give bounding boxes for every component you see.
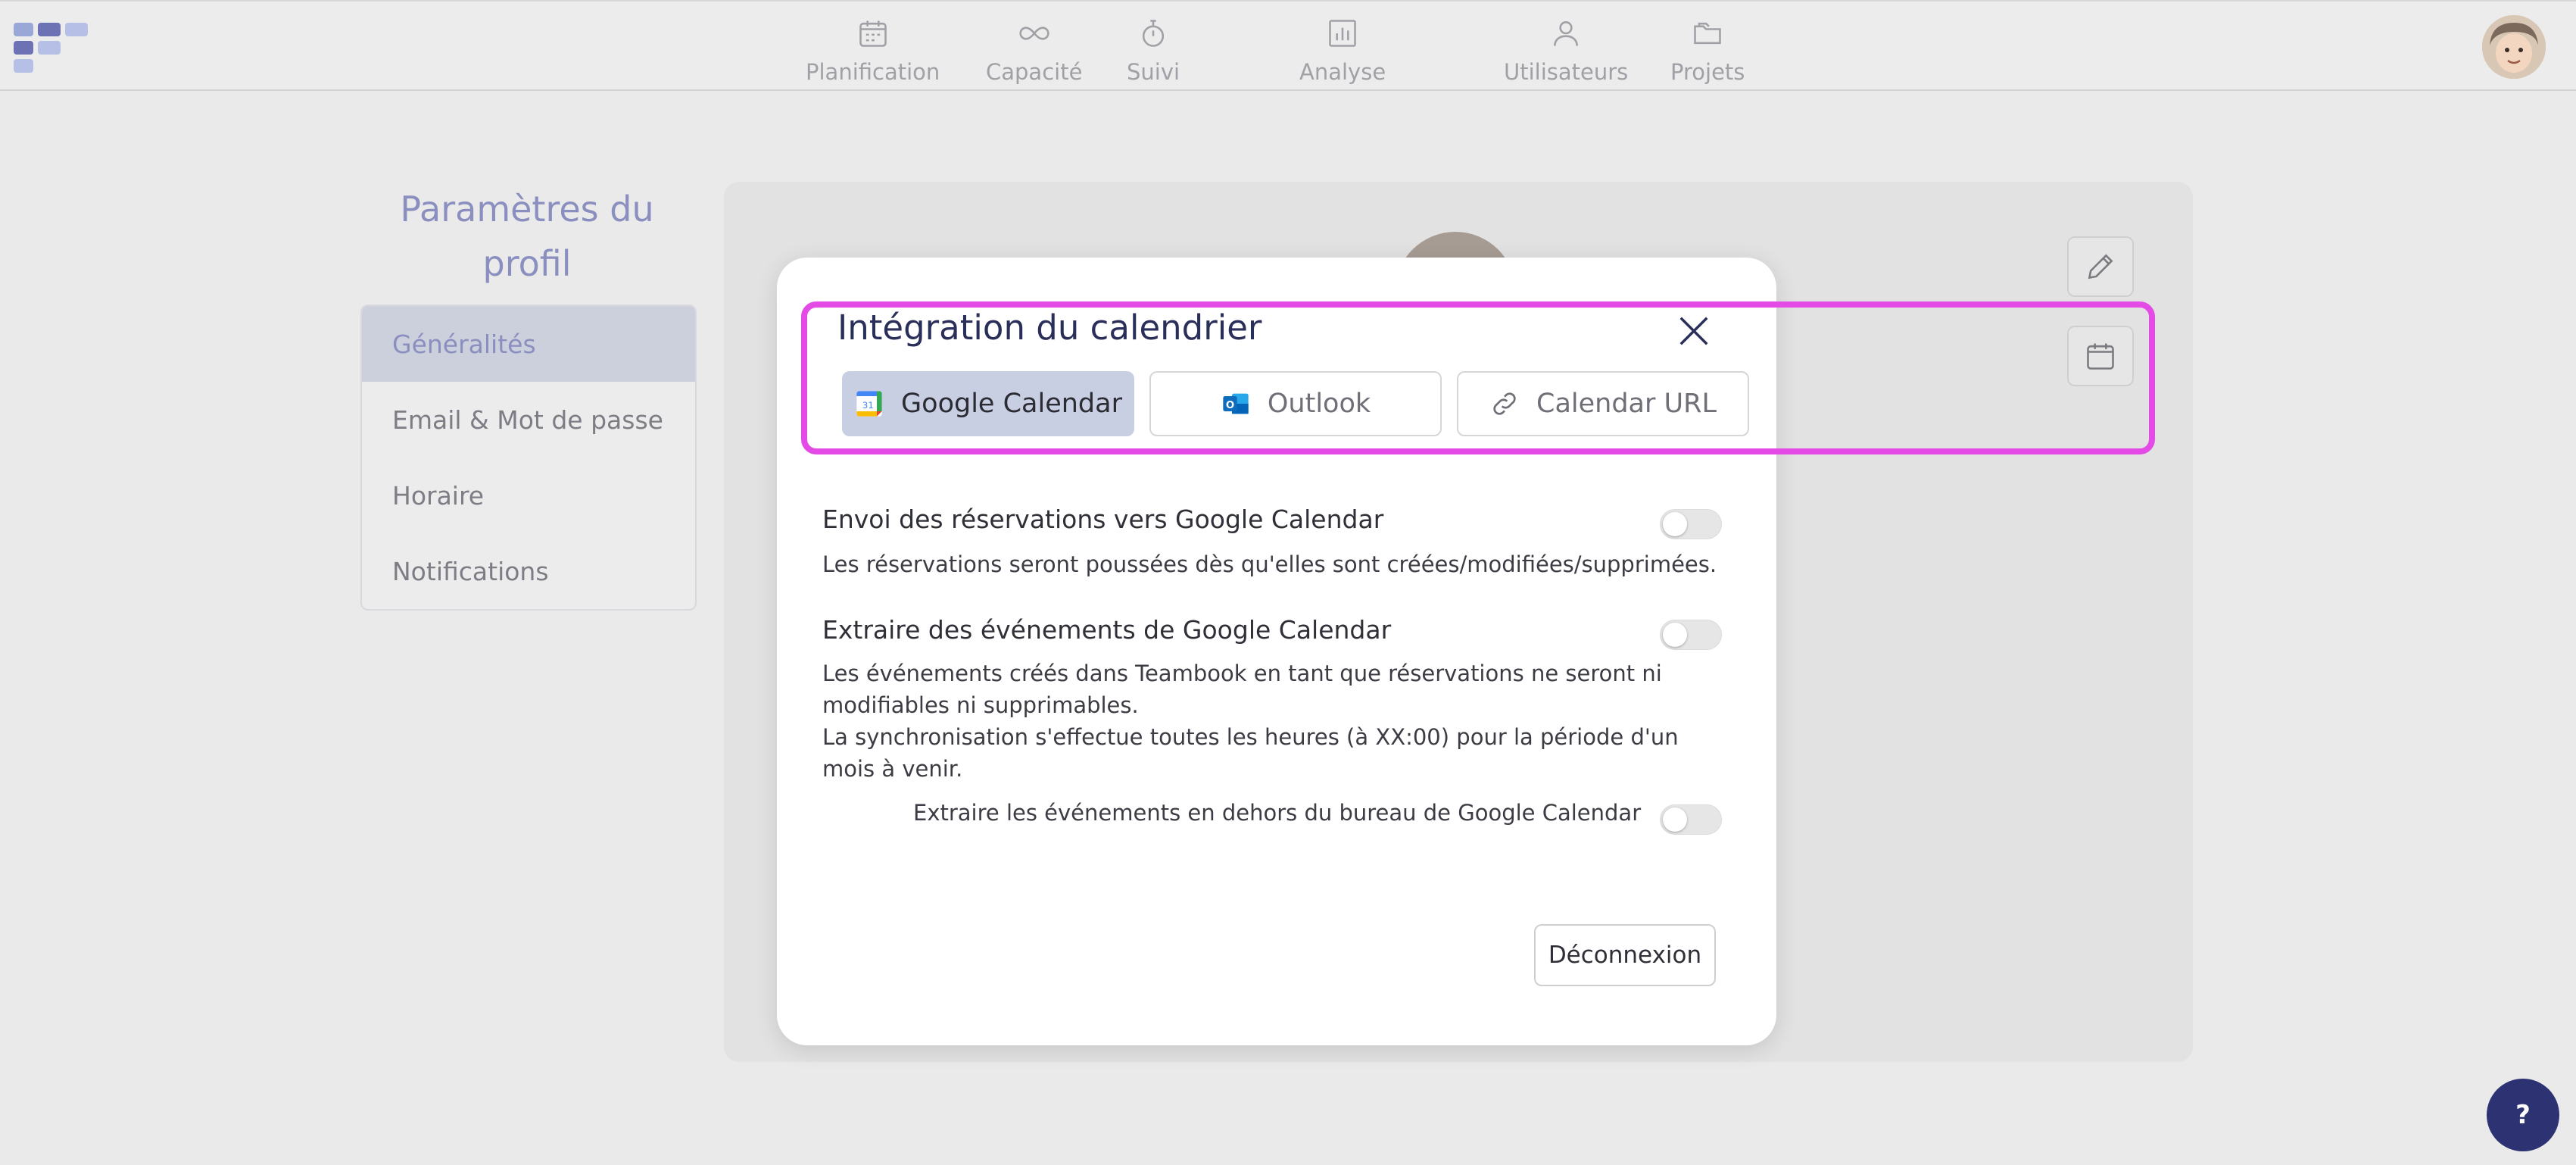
calendar-provider-tabs: 31 Google Calendar O Outlook Calendar UR… bbox=[822, 371, 1749, 436]
pull-description-line-2: La synchronisation s'effectue toutes les… bbox=[822, 724, 1679, 782]
pull-description-line-1: Les événements créés dans Teambook en ta… bbox=[822, 661, 1662, 718]
calendar-integration-button[interactable] bbox=[2067, 326, 2134, 386]
out-of-office-option-label: Extraire les événements en dehors du bur… bbox=[913, 800, 1642, 826]
tab-outlook[interactable]: O Outlook bbox=[1149, 371, 1442, 436]
push-section-title: Envoi des réservations vers Google Calen… bbox=[822, 504, 1384, 534]
pencil-icon bbox=[2088, 254, 2113, 280]
help-button[interactable]: ? bbox=[2487, 1079, 2559, 1151]
profile-settings-title: Paramètres du profil bbox=[400, 189, 654, 284]
google-calendar-icon: 31 bbox=[856, 391, 882, 417]
nav-suivi[interactable]: Suivi bbox=[1127, 17, 1180, 85]
pull-section-description: Les événements créés dans Teambook en ta… bbox=[822, 657, 1731, 785]
user-icon bbox=[1554, 21, 1579, 46]
pull-section-title: Extraire des événements de Google Calend… bbox=[822, 615, 1392, 645]
edit-profile-button[interactable] bbox=[2067, 236, 2134, 297]
calendar-icon bbox=[2087, 343, 2114, 370]
tab-label: Outlook bbox=[1267, 389, 1371, 419]
out-of-office-toggle[interactable] bbox=[1660, 804, 1722, 835]
stopwatch-icon bbox=[1142, 20, 1165, 47]
push-section-description: Les réservations seront poussées dès qu'… bbox=[822, 551, 1717, 577]
modal-title: Intégration du calendrier bbox=[837, 308, 1262, 348]
app-logo[interactable] bbox=[14, 23, 97, 76]
avatar-face-icon bbox=[2482, 15, 2546, 79]
tab-calendar-url[interactable]: Calendar URL bbox=[1457, 371, 1749, 436]
side-menu-item-generalites[interactable]: Généralités bbox=[362, 306, 695, 382]
nav-label: Capacité bbox=[986, 59, 1083, 85]
tab-label: Calendar URL bbox=[1536, 389, 1717, 419]
nav-utilisateurs[interactable]: Utilisateurs bbox=[1504, 17, 1628, 85]
top-nav-bar: Planification Capacité Suivi Analyse Uti… bbox=[0, 0, 2576, 91]
nav-label: Utilisateurs bbox=[1504, 59, 1629, 85]
infinity-icon bbox=[1019, 27, 1049, 40]
folder-icon bbox=[1694, 22, 1721, 45]
calendar-integration-modal: Intégration du calendrier 31 Google Cale… bbox=[777, 258, 1776, 1045]
nav-planification[interactable]: Planification bbox=[806, 17, 940, 85]
side-menu-item-notifications[interactable]: Notifications bbox=[362, 533, 695, 609]
bar-chart-icon bbox=[1329, 20, 1356, 47]
nav-projets[interactable]: Projets bbox=[1670, 17, 1745, 85]
user-avatar[interactable] bbox=[2482, 15, 2546, 79]
close-icon[interactable] bbox=[1676, 314, 1711, 348]
svg-text:O: O bbox=[1226, 400, 1234, 411]
tab-label: Google Calendar bbox=[901, 389, 1122, 419]
outlook-icon: O bbox=[1223, 393, 1249, 414]
link-icon bbox=[1493, 392, 1516, 415]
calendar-icon bbox=[859, 20, 887, 47]
nav-label: Projets bbox=[1670, 59, 1745, 85]
side-menu-item-horaire[interactable]: Horaire bbox=[362, 458, 695, 533]
nav-label: Analyse bbox=[1299, 59, 1386, 85]
nav-label: Planification bbox=[806, 59, 940, 85]
nav-label: Suivi bbox=[1127, 59, 1180, 85]
nav-analyse[interactable]: Analyse bbox=[1299, 17, 1386, 85]
profile-side-menu: Généralités Email & Mot de passe Horaire… bbox=[360, 305, 697, 611]
nav-capacite[interactable]: Capacité bbox=[986, 17, 1082, 85]
side-menu-item-email-password[interactable]: Email & Mot de passe bbox=[362, 382, 695, 458]
push-reservations-toggle[interactable] bbox=[1660, 509, 1722, 539]
pull-events-toggle[interactable] bbox=[1660, 620, 1722, 650]
logout-button[interactable]: Déconnexion bbox=[1534, 924, 1716, 986]
tab-google-calendar[interactable]: 31 Google Calendar bbox=[842, 371, 1134, 436]
svg-text:31: 31 bbox=[862, 400, 874, 411]
